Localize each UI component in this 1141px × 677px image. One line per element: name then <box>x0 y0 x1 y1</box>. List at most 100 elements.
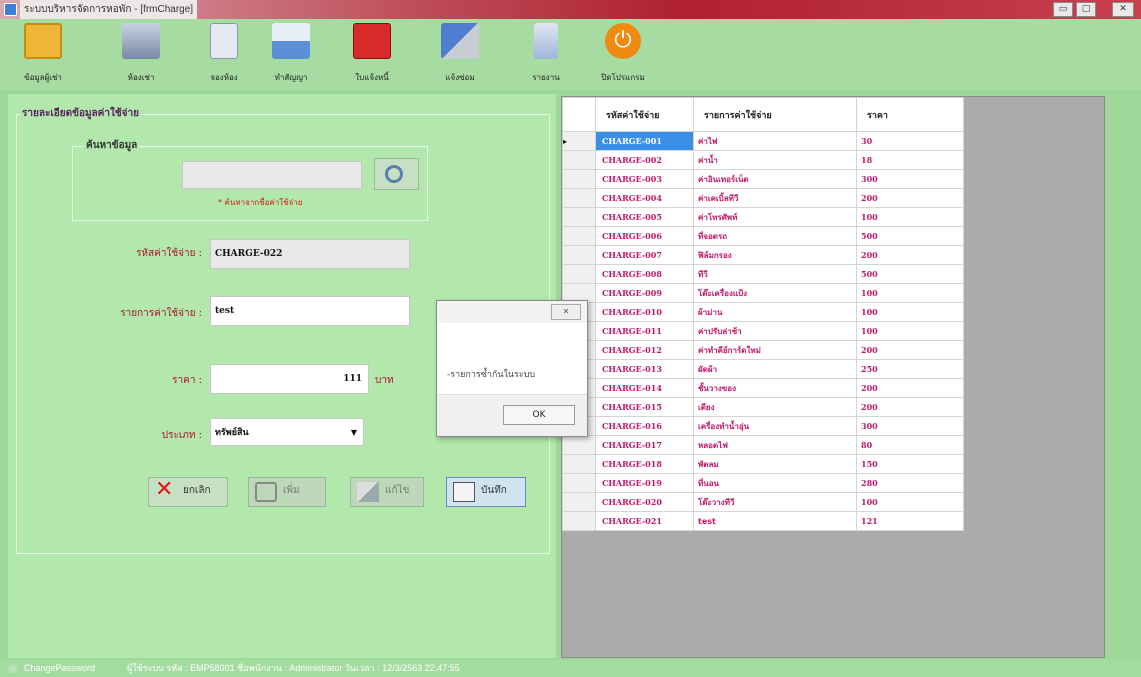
row-selector[interactable] <box>562 150 596 170</box>
name-field[interactable]: test <box>210 296 410 326</box>
close-window-button[interactable]: ✕ <box>1112 2 1134 17</box>
cell-name: ที่จอดรถ <box>693 226 857 246</box>
table-row[interactable]: CHARGE-004 ค่าเคเบิ้ลทีวี 200 <box>562 188 964 208</box>
cell-code: CHARGE-003 <box>595 169 694 189</box>
table-row[interactable]: CHARGE-015 เตียง 200 <box>562 397 964 417</box>
row-selector[interactable] <box>562 245 596 265</box>
toolbar-label: ปิดโปรแกรม <box>601 73 645 82</box>
edit-icon <box>357 482 379 502</box>
table-row[interactable]: CHARGE-003 ค่าอินเทอร์เน็ต 300 <box>562 169 964 189</box>
cell-code: CHARGE-018 <box>595 454 694 474</box>
cancel-label: ยกเลิก <box>183 485 211 496</box>
save-button[interactable]: บันทึก <box>446 477 526 507</box>
toolbar-label: ใบแจ้งหนี้ <box>355 73 389 82</box>
cell-name: ที่นอน <box>693 473 857 493</box>
dialog-message: -รายการซ้ำกันในระบบ <box>447 370 536 380</box>
cell-name: โต๊ะเครื่องแป้ง <box>693 283 857 303</box>
name-label: รายการค่าใช้จ่าย : <box>120 308 202 319</box>
table-row[interactable]: CHARGE-005 ค่าโทรศัพท์ 100 <box>562 207 964 227</box>
cell-price: 18 <box>856 150 964 170</box>
magnifier-icon <box>385 165 403 183</box>
table-row[interactable]: CHARGE-002 ค่าน้ำ 18 <box>562 150 964 170</box>
column-header-code[interactable]: รหัสค่าใช้จ่าย <box>595 97 694 132</box>
table-row[interactable]: CHARGE-012 ค่าทำคีย์การ์ดใหม่ 200 <box>562 340 964 360</box>
row-selector[interactable] <box>562 473 596 493</box>
cell-price: 100 <box>856 321 964 341</box>
price-field[interactable]: 111 <box>210 364 369 394</box>
cell-name: test <box>693 511 857 531</box>
toolbar-booking-button[interactable]: จองห้อง <box>189 19 259 90</box>
row-selector[interactable] <box>562 492 596 512</box>
toolbar-label: รายงาน <box>532 73 560 82</box>
table-row[interactable]: CHARGE-016 เครื่องทำน้ำอุ่น 300 <box>562 416 964 436</box>
change-password-link[interactable]: ChangePassword <box>24 660 95 677</box>
toolbar-repair-button[interactable]: แจ้งซ่อม <box>425 19 495 90</box>
search-input[interactable] <box>182 161 362 189</box>
row-selector[interactable] <box>562 264 596 284</box>
toolbar-tenant-button[interactable]: ข้อมูลผู้เช่า <box>8 19 78 90</box>
row-selector[interactable] <box>562 169 596 189</box>
cell-price: 300 <box>856 416 964 436</box>
title-bar: ระบบบริหารจัดการหอพัก - [frmCharge] ▭ ▢ … <box>0 0 1141 19</box>
cell-code: CHARGE-001 <box>595 131 694 151</box>
toolbar-label: ข้อมูลผู้เช่า <box>24 73 62 82</box>
row-selector[interactable]: ▸ <box>562 131 596 151</box>
message-dialog: ✕ -รายการซ้ำกันในระบบ OK <box>436 300 588 437</box>
cell-price: 200 <box>856 245 964 265</box>
table-row[interactable]: CHARGE-010 ผ้าม่าน 100 <box>562 302 964 322</box>
table-row[interactable]: CHARGE-014 ชั้นวางของ 200 <box>562 378 964 398</box>
search-button[interactable] <box>374 158 419 190</box>
minimize-button[interactable]: ▭ <box>1053 2 1073 17</box>
edit-button[interactable]: แก้ไข <box>350 477 424 507</box>
row-selector[interactable] <box>562 207 596 227</box>
toolbar-exit-button[interactable]: ⏻ ปิดโปรแกรม <box>588 19 658 90</box>
cell-code: CHARGE-002 <box>595 150 694 170</box>
dialog-close-button[interactable]: ✕ <box>551 304 581 320</box>
table-row[interactable]: CHARGE-021 test 121 <box>562 511 964 531</box>
table-row[interactable]: CHARGE-017 หลอดไฟ 80 <box>562 435 964 455</box>
table-row[interactable]: CHARGE-009 โต๊ะเครื่องแป้ง 100 <box>562 283 964 303</box>
row-selector[interactable] <box>562 511 596 531</box>
cell-code: CHARGE-008 <box>595 264 694 284</box>
column-header-price[interactable]: ราคา <box>856 97 964 132</box>
toolbar-room-button[interactable]: ห้องเช่า <box>106 19 176 90</box>
charge-grid[interactable]: รหัสค่าใช้จ่าย รายการค่าใช้จ่าย ราคา ▸ CH… <box>561 96 1105 658</box>
row-selector[interactable] <box>562 454 596 474</box>
table-row[interactable]: CHARGE-020 โต๊ะวางทีวี 100 <box>562 492 964 512</box>
maximize-button[interactable]: ▢ <box>1076 2 1096 17</box>
table-row[interactable]: CHARGE-013 ผัดผ้า 250 <box>562 359 964 379</box>
dialog-ok-button[interactable]: OK <box>503 405 575 425</box>
row-selector[interactable] <box>562 226 596 246</box>
cell-code: CHARGE-005 <box>595 207 694 227</box>
repair-icon <box>441 23 479 59</box>
row-selector[interactable] <box>562 188 596 208</box>
cell-name: ค่าน้ำ <box>693 150 857 170</box>
add-folder-icon <box>255 482 277 502</box>
table-row[interactable]: CHARGE-008 ทีวี 500 <box>562 264 964 284</box>
column-header-name[interactable]: รายการค่าใช้จ่าย <box>693 97 857 132</box>
table-row[interactable]: CHARGE-019 ที่นอน 280 <box>562 473 964 493</box>
cell-name: พัดลม <box>693 454 857 474</box>
cell-price: 500 <box>856 226 964 246</box>
report-icon <box>534 23 558 59</box>
toolbar-contract-button[interactable]: ทำสัญญา <box>256 19 326 90</box>
row-selector[interactable] <box>562 435 596 455</box>
cancel-button[interactable]: ✕ ยกเลิก <box>148 477 228 507</box>
cell-price: 200 <box>856 340 964 360</box>
cell-name: ทีวี <box>693 264 857 284</box>
cell-price: 150 <box>856 454 964 474</box>
add-label: เพิ่ม <box>283 485 300 496</box>
cell-price: 121 <box>856 511 964 531</box>
table-row[interactable]: CHARGE-018 พัดลม 150 <box>562 454 964 474</box>
chevron-down-icon: ▼ <box>350 428 357 437</box>
toolbar-invoice-button[interactable]: ใบแจ้งหนี้ <box>337 19 407 90</box>
toolbar-label: ทำสัญญา <box>274 73 308 82</box>
table-row[interactable]: CHARGE-007 ฟิล์มกรอง 200 <box>562 245 964 265</box>
table-row[interactable]: CHARGE-011 ค่าปรับล่าช้า 100 <box>562 321 964 341</box>
toolbar-report-button[interactable]: รายงาน <box>511 19 581 90</box>
table-row[interactable]: ▸ CHARGE-001 ค่าไฟ 30 <box>562 131 964 151</box>
table-row[interactable]: CHARGE-006 ที่จอดรถ 500 <box>562 226 964 246</box>
add-button[interactable]: เพิ่ม <box>248 477 326 507</box>
code-field: CHARGE-022 <box>210 239 410 269</box>
type-select[interactable]: ทรัพย์สิน ▼ <box>210 418 364 446</box>
